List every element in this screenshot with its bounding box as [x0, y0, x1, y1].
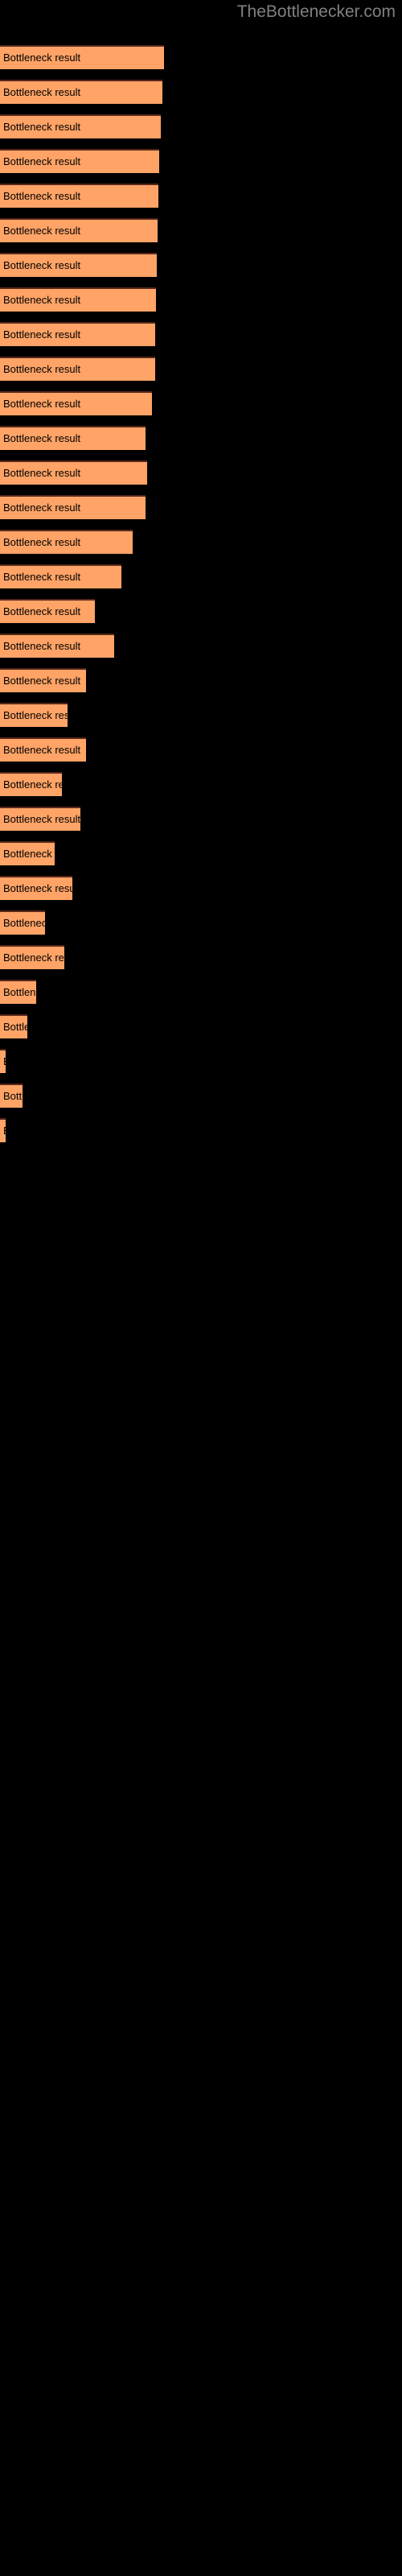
bottleneck-result-bar[interactable]: Bottleneck result: [0, 1118, 6, 1142]
bar-row: Bottleneck result: [0, 703, 68, 727]
bar-label: Bottleneck result: [3, 952, 64, 964]
bar-label: Bottleneck result: [3, 502, 81, 514]
bar-row: Bottleneck result: [0, 1049, 6, 1073]
bottleneck-result-bar[interactable]: Bottleneck result: [0, 980, 36, 1004]
bar-row: Bottleneck result: [0, 737, 86, 762]
bottleneck-result-bar[interactable]: Bottleneck result: [0, 184, 158, 208]
bar-label: Bottleneck result: [3, 398, 81, 410]
bar-row: Bottleneck result: [0, 149, 159, 173]
bottleneck-result-bar[interactable]: Bottleneck result: [0, 530, 133, 554]
bar-label: Bottleneck result: [3, 778, 62, 791]
bar-row: Bottleneck result: [0, 772, 62, 796]
site-title: TheBottlenecker.com: [236, 2, 396, 21]
bar-row: Bottleneck result: [0, 876, 72, 900]
bottleneck-result-bar[interactable]: Bottleneck result: [0, 668, 86, 692]
bar-label: Bottleneck result: [3, 917, 45, 929]
bar-row: Bottleneck result: [0, 841, 55, 865]
bottleneck-result-bar[interactable]: Bottleneck result: [0, 945, 64, 969]
bottleneck-result-bar[interactable]: Bottleneck result: [0, 287, 156, 312]
bottleneck-result-bar[interactable]: Bottleneck result: [0, 357, 155, 381]
bottleneck-result-bar[interactable]: Bottleneck result: [0, 1084, 23, 1108]
bottleneck-result-bar[interactable]: Bottleneck result: [0, 114, 161, 138]
bar-row: Bottleneck result: [0, 564, 121, 588]
bar-row: Bottleneck result: [0, 184, 158, 208]
bar-label: Bottleneck result: [3, 640, 81, 652]
bar-label: Bottleneck result: [3, 986, 36, 998]
bottleneck-result-bar[interactable]: Bottleneck result: [0, 772, 62, 796]
bottleneck-result-bar[interactable]: Bottleneck result: [0, 737, 86, 762]
bar-row: Bottleneck result: [0, 357, 155, 381]
bottleneck-result-bar[interactable]: Bottleneck result: [0, 149, 159, 173]
bar-row: Bottleneck result: [0, 322, 155, 346]
bottleneck-result-bar[interactable]: Bottleneck result: [0, 218, 158, 242]
bottleneck-result-bar[interactable]: Bottleneck result: [0, 391, 152, 415]
bar-label: Bottleneck result: [3, 744, 81, 756]
bottleneck-result-bar[interactable]: Bottleneck result: [0, 253, 157, 277]
bar-label: Bottleneck result: [3, 1120, 6, 1142]
bottleneck-result-bar[interactable]: Bottleneck result: [0, 45, 164, 69]
bottleneck-result-bar[interactable]: Bottleneck result: [0, 841, 55, 865]
bottleneck-result-bar[interactable]: Bottleneck result: [0, 426, 146, 450]
bar-row: Bottleneck result: [0, 391, 152, 415]
bar-row: Bottleneck result: [0, 1118, 6, 1142]
bar-label: Bottleneck result: [3, 467, 81, 479]
bar-label: Bottleneck result: [3, 294, 81, 306]
bar-row: Bottleneck result: [0, 807, 80, 831]
bar-row: Bottleneck result: [0, 45, 164, 69]
bar-row: Bottleneck result: [0, 1084, 23, 1108]
bar-label: Bottleneck result: [3, 225, 81, 237]
bar-row: Bottleneck result: [0, 530, 133, 554]
bar-row: Bottleneck result: [0, 634, 114, 658]
bar-label: Bottleneck result: [3, 155, 81, 167]
bar-row: Bottleneck result: [0, 945, 64, 969]
bar-label: Bottleneck result: [3, 328, 81, 341]
bar-row: Bottleneck result: [0, 460, 147, 485]
bottleneck-result-bar[interactable]: Bottleneck result: [0, 910, 45, 935]
bar-label: Bottleneck result: [3, 571, 81, 583]
bar-label: Bottleneck result: [3, 1021, 27, 1033]
bar-row: Bottleneck result: [0, 1014, 27, 1038]
bar-row: Bottleneck result: [0, 426, 146, 450]
bar-label: Bottleneck result: [3, 52, 81, 64]
bar-row: Bottleneck result: [0, 668, 86, 692]
bar-row: Bottleneck result: [0, 495, 146, 519]
bar-row: Bottleneck result: [0, 218, 158, 242]
bar-label: Bottleneck result: [3, 605, 81, 617]
bottleneck-result-bar[interactable]: Bottleneck result: [0, 460, 147, 485]
bottleneck-result-bar[interactable]: Bottleneck result: [0, 564, 121, 588]
bar-label: Bottleneck result: [3, 882, 72, 894]
bar-row: Bottleneck result: [0, 80, 162, 104]
bottleneck-result-bar[interactable]: Bottleneck result: [0, 80, 162, 104]
bar-label: Bottleneck result: [3, 1051, 6, 1073]
bottleneck-result-bar[interactable]: Bottleneck result: [0, 876, 72, 900]
bar-label: Bottleneck result: [3, 848, 55, 860]
bottleneck-result-bar[interactable]: Bottleneck result: [0, 807, 80, 831]
bar-row: Bottleneck result: [0, 599, 95, 623]
bar-label: Bottleneck result: [3, 121, 81, 133]
bar-label: Bottleneck result: [3, 1090, 23, 1102]
bar-label: Bottleneck result: [3, 813, 80, 825]
bar-row: Bottleneck result: [0, 253, 157, 277]
bar-row: Bottleneck result: [0, 910, 45, 935]
bottleneck-result-bar[interactable]: Bottleneck result: [0, 599, 95, 623]
bar-row: Bottleneck result: [0, 980, 36, 1004]
bottleneck-result-bar[interactable]: Bottleneck result: [0, 1049, 6, 1073]
bottleneck-result-bar[interactable]: Bottleneck result: [0, 634, 114, 658]
page-root: TheBottlenecker.com Bottleneck result Bot…: [0, 0, 402, 2576]
bottleneck-result-bar[interactable]: Bottleneck result: [0, 495, 146, 519]
bar-label: Bottleneck result: [3, 536, 81, 548]
bar-row: Bottleneck result: [0, 287, 156, 312]
bar-label: Bottleneck result: [3, 675, 81, 687]
bar-row: Bottleneck result: [0, 114, 161, 138]
bottleneck-result-bar[interactable]: Bottleneck result: [0, 703, 68, 727]
bottleneck-result-bar[interactable]: Bottleneck result: [0, 322, 155, 346]
bottleneck-result-bar[interactable]: Bottleneck result: [0, 1014, 27, 1038]
bar-label: Bottleneck result: [3, 86, 81, 98]
bar-label: Bottleneck result: [3, 363, 81, 375]
bar-label: Bottleneck result: [3, 190, 81, 202]
bar-label: Bottleneck result: [3, 259, 81, 271]
bottleneck-bar-chart: Bottleneck result Bottleneck result Bottle…: [0, 45, 402, 2541]
bar-label: Bottleneck result: [3, 432, 81, 444]
bar-label: Bottleneck result: [3, 709, 68, 721]
